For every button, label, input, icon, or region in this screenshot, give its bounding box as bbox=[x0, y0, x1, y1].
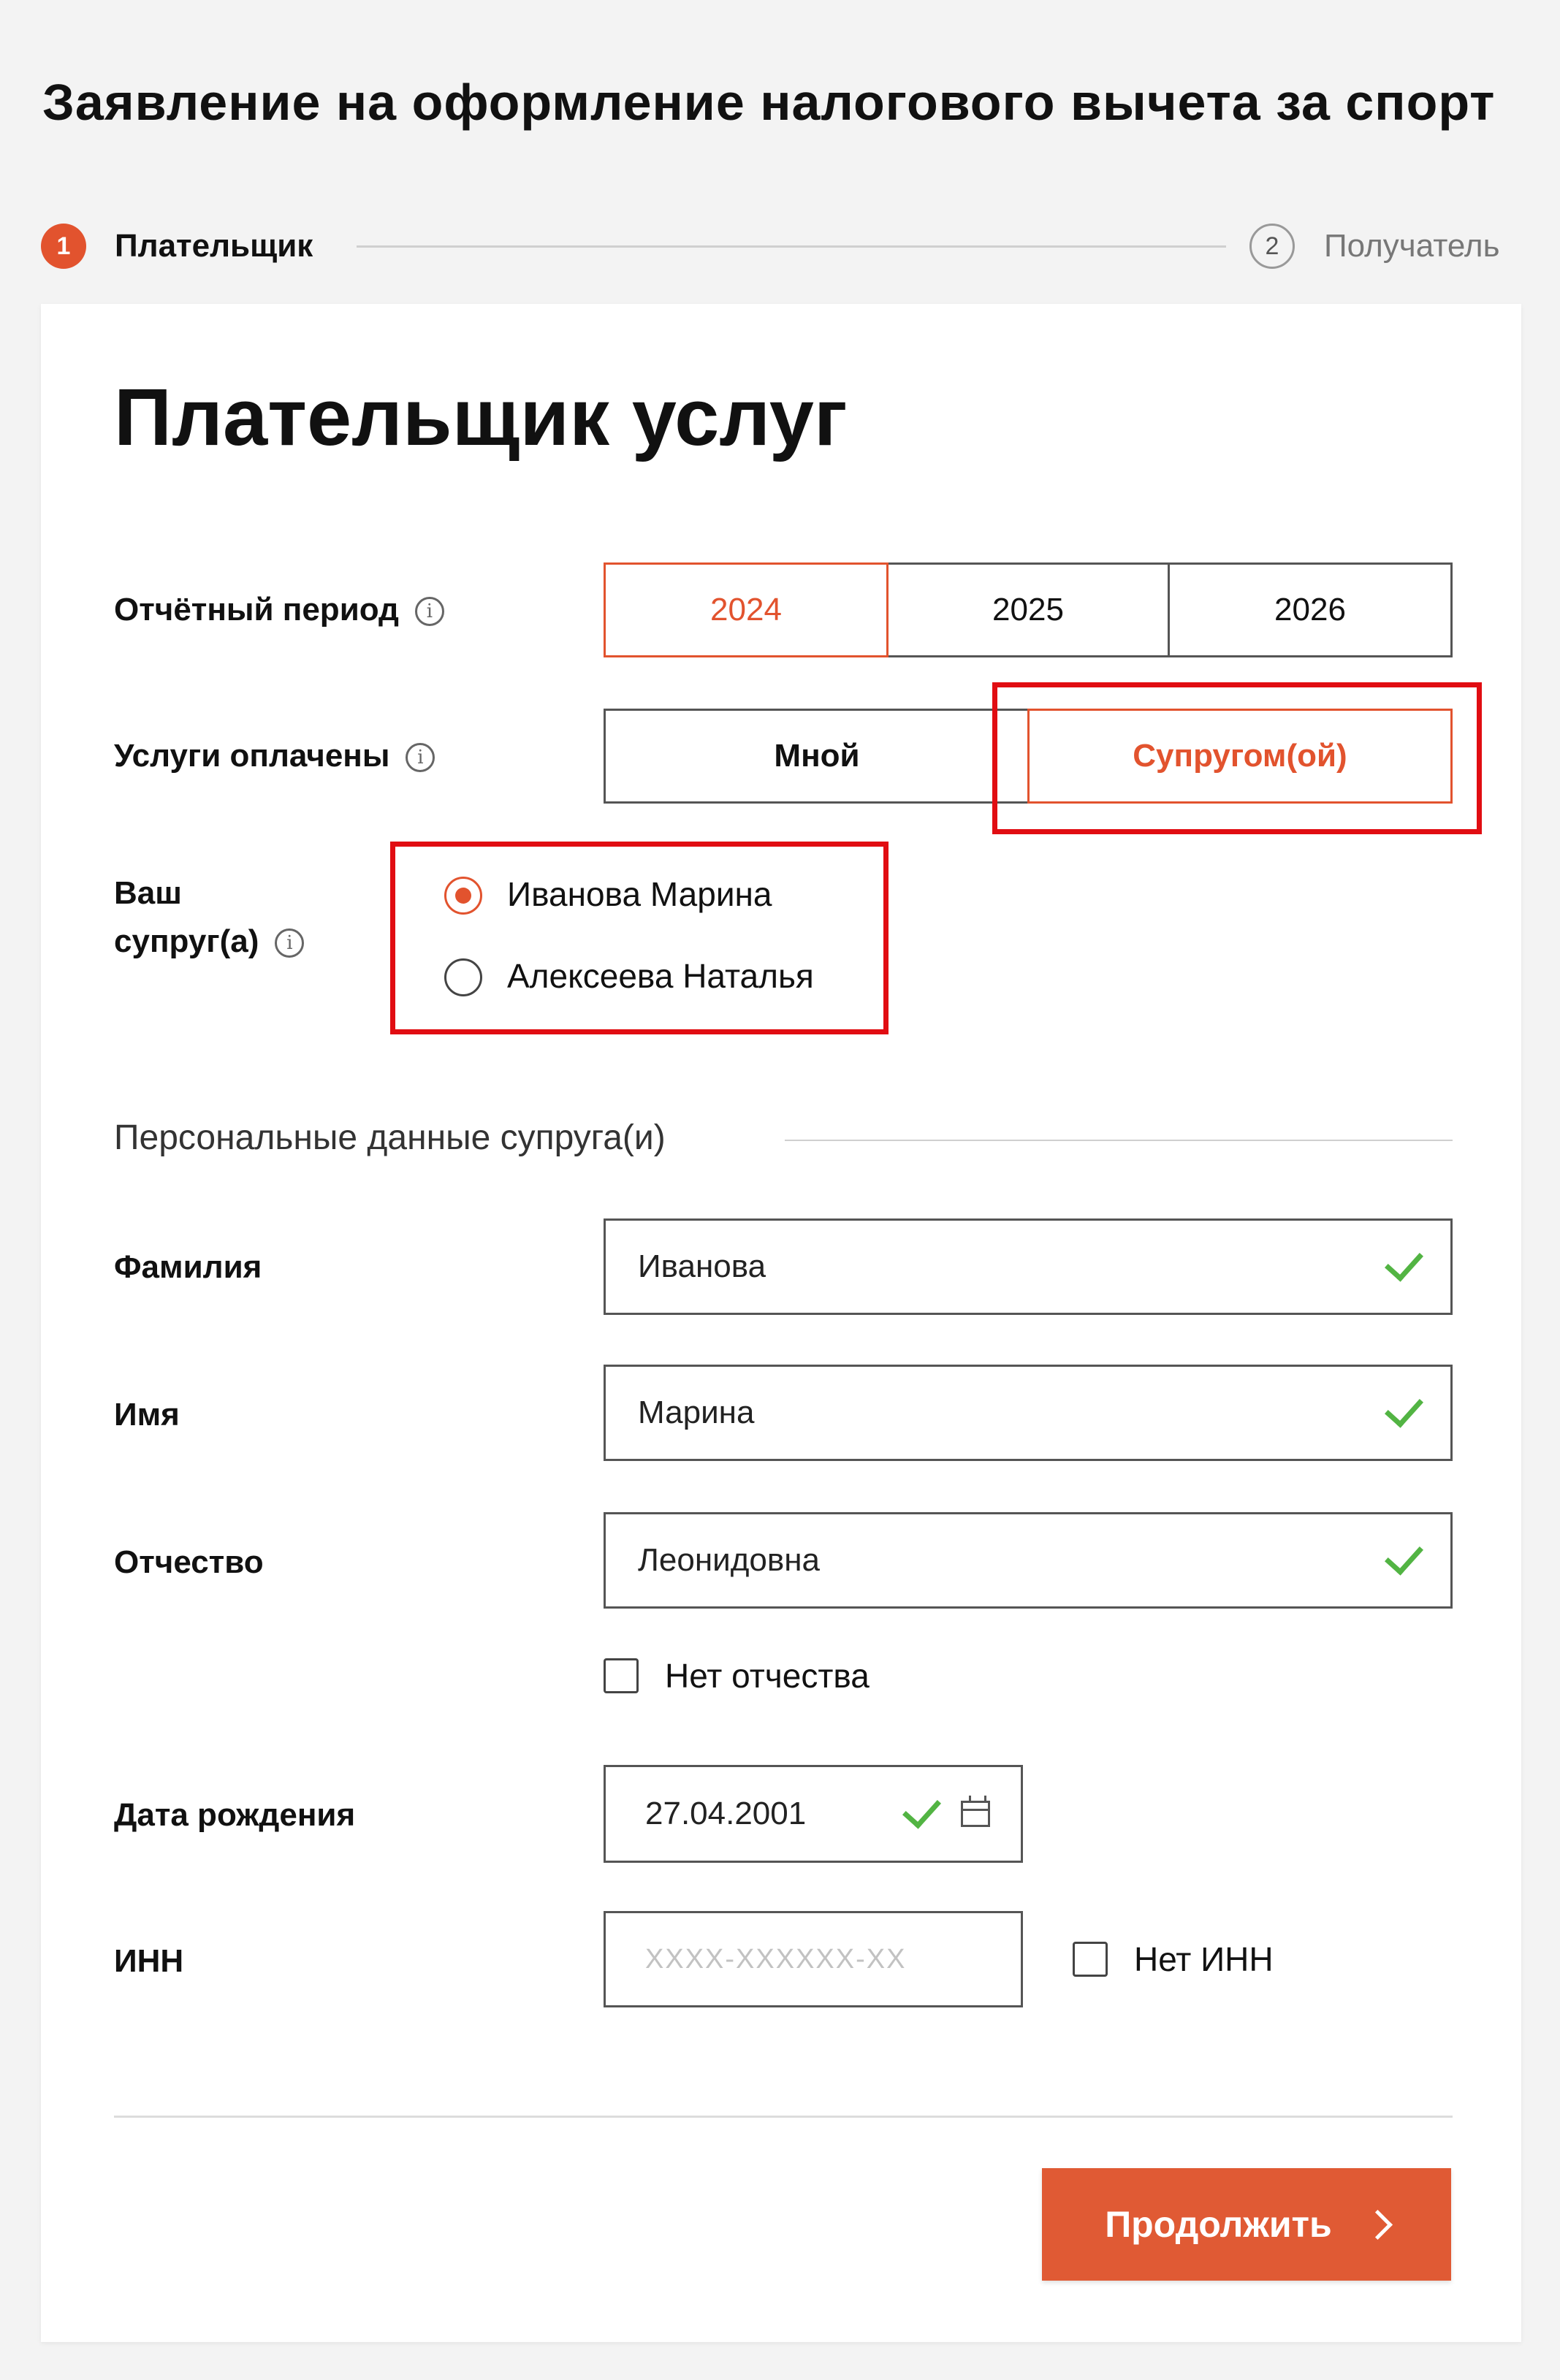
personal-data-section-title: Персональные данные супруга(и) bbox=[114, 1118, 666, 1157]
continue-button-label: Продолжить bbox=[1105, 2204, 1332, 2245]
surname-input[interactable]: Иванова bbox=[604, 1218, 1453, 1315]
inn-placeholder: XXXX-XXXXXX-XX bbox=[645, 1943, 907, 1975]
spouse-label-line2-wrap: супруг(а) i bbox=[114, 918, 305, 966]
spouse-label: Ваш супруг(а) i bbox=[114, 869, 305, 966]
surname-value: Иванова bbox=[638, 1248, 766, 1284]
no-inn-checkbox[interactable] bbox=[1073, 1942, 1108, 1977]
paid-by-label: Услуги оплачены i bbox=[114, 738, 435, 774]
stepper-divider bbox=[357, 245, 1226, 248]
period-option-2026[interactable]: 2026 bbox=[1168, 562, 1453, 657]
inn-input[interactable]: XXXX-XXXXXX-XX bbox=[604, 1911, 1023, 2007]
page-title: Заявление на оформление налогового вычет… bbox=[42, 74, 1496, 131]
patronymic-label: Отчество bbox=[114, 1544, 264, 1580]
spouse-label-line1: Ваш bbox=[114, 875, 182, 911]
spouse-option-alekseeva-label[interactable]: Алексеева Наталья bbox=[507, 956, 814, 996]
name-label: Имя bbox=[114, 1397, 180, 1433]
section-divider bbox=[785, 1140, 1453, 1141]
period-option-2024[interactable]: 2024 bbox=[604, 562, 889, 657]
step-1-label: Плательщик bbox=[115, 228, 313, 264]
spouse-label-line2: супруг(а) bbox=[114, 923, 259, 959]
surname-label: Фамилия bbox=[114, 1249, 262, 1285]
chevron-right-icon bbox=[1362, 2209, 1393, 2240]
check-icon bbox=[1384, 1387, 1424, 1428]
no-patronymic-label[interactable]: Нет отчества bbox=[665, 1656, 870, 1696]
spouse-option-ivanova-label[interactable]: Иванова Марина bbox=[507, 874, 772, 914]
continue-button[interactable]: Продолжить bbox=[1042, 2168, 1451, 2281]
step-2-label[interactable]: Получатель bbox=[1324, 228, 1500, 264]
footer-divider bbox=[114, 2116, 1453, 2118]
step-2-indicator[interactable]: 2 bbox=[1249, 224, 1295, 269]
patronymic-input[interactable]: Леонидовна bbox=[604, 1512, 1453, 1609]
name-input[interactable]: Марина bbox=[604, 1365, 1453, 1461]
no-inn-label[interactable]: Нет ИНН bbox=[1134, 1940, 1274, 1979]
spouse-radio-ivanova[interactable] bbox=[444, 877, 482, 915]
calendar-icon[interactable] bbox=[961, 1796, 990, 1827]
birth-date-input[interactable]: 27.04.2001 bbox=[604, 1765, 1023, 1863]
paid-by-option-self[interactable]: Мной bbox=[604, 709, 1030, 804]
form-title: Плательщик услуг bbox=[114, 373, 848, 462]
birth-date-label: Дата рождения bbox=[114, 1797, 356, 1833]
step-1-indicator: 1 bbox=[41, 224, 86, 269]
info-icon[interactable]: i bbox=[414, 597, 444, 627]
patronymic-value: Леонидовна bbox=[638, 1542, 820, 1578]
check-icon bbox=[1384, 1241, 1424, 1282]
no-patronymic-checkbox[interactable] bbox=[604, 1658, 639, 1693]
inn-label: ИНН bbox=[114, 1943, 184, 1979]
check-icon bbox=[902, 1788, 942, 1829]
info-icon[interactable]: i bbox=[406, 743, 435, 773]
reporting-period-label: Отчётный период i bbox=[114, 592, 444, 628]
name-value: Марина bbox=[638, 1395, 755, 1430]
period-option-2025[interactable]: 2025 bbox=[886, 562, 1170, 657]
paid-by-label-text: Услуги оплачены bbox=[114, 738, 390, 774]
reporting-period-label-text: Отчётный период bbox=[114, 592, 399, 628]
info-icon[interactable]: i bbox=[275, 928, 305, 958]
birth-date-value: 27.04.2001 bbox=[645, 1796, 807, 1831]
check-icon bbox=[1384, 1535, 1424, 1576]
spouse-radio-alekseeva[interactable] bbox=[444, 958, 482, 996]
paid-by-option-spouse[interactable]: Супругом(ой) bbox=[1027, 709, 1453, 804]
